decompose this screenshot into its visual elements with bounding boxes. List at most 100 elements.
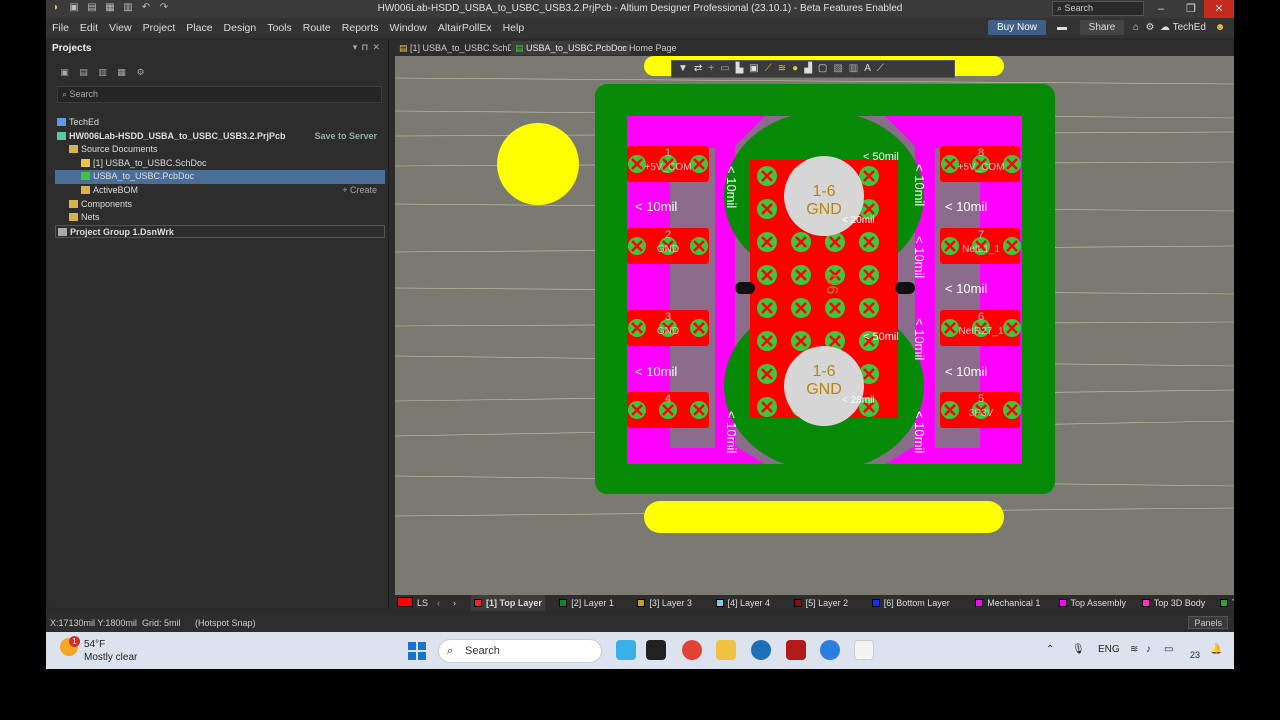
panels-button[interactable]: Panels [1188,616,1228,629]
compile-icon[interactable]: ▤ [78,67,89,78]
microphone-icon[interactable]: 🎙 [1072,644,1085,655]
interactive-route-icon[interactable]: ⟋ [765,63,772,75]
chrome-profile-app-icon[interactable] [820,640,840,660]
buy-now-button[interactable]: Buy Now [988,20,1046,35]
panel-controls[interactable]: ▾⊓✕ [353,42,384,53]
tree-item[interactable]: HW006Lab-HSDD_USBA_to_USBC_USB3.2.PrjPcb… [55,130,385,144]
pad[interactable]: 7 NetL1_1 [940,228,1021,264]
filter-icon[interactable]: ▼ [678,63,688,75]
pad[interactable]: 5 3P3V [940,392,1021,428]
layer-tab[interactable]: Top Assembly [1058,595,1126,611]
menu-tools[interactable]: Tools [267,22,292,34]
start-button[interactable] [408,642,426,660]
pcb-canvas[interactable]: 1-6 GND 1-6 GND U6 1 +5V_COM 2 GND 3 GND 4 8 +5V… [395,56,1234,595]
powerpoint-app-icon[interactable] [786,640,806,660]
layer-set-button[interactable]: LS [417,595,428,611]
current-layer-swatch[interactable] [397,595,415,611]
projects-search-input[interactable]: ⌕ Search [57,86,382,103]
file-explorer-app-icon[interactable] [716,640,736,660]
tree-item[interactable]: Components [55,198,385,212]
menu-reports[interactable]: Reports [342,22,379,34]
line-icon[interactable]: ⟋ [877,63,884,75]
tab-home-page[interactable]: ⌂ Home Page [617,41,680,55]
crosshair-icon[interactable]: + [708,63,714,75]
layer-tab[interactable]: [5] Layer 2 [793,595,848,611]
tree-item[interactable]: Nets [55,211,385,225]
menu-view[interactable]: View [109,22,132,34]
menu-edit[interactable]: Edit [80,22,98,34]
gear-icon[interactable]: ⚙ [135,67,146,78]
settings-app-icon[interactable] [751,640,771,660]
taskview-app-icon[interactable] [646,640,666,660]
menu-altairpollex[interactable]: AltairPollEx [438,22,492,34]
component-icon[interactable]: ▣ [749,63,758,75]
tray-chevron-icon[interactable]: ⌃ [1046,644,1054,655]
copilot-app-icon[interactable] [616,640,636,660]
layer-tab[interactable]: [3] Layer 3 [637,595,692,611]
tree-item-action[interactable]: + Create [342,184,377,198]
chrome-app-icon[interactable] [682,640,702,660]
tab-pcbdoc[interactable]: ▤ USBA_to_USBC.PcbDoc [511,41,632,55]
save-icon[interactable]: ▣ [59,67,70,78]
clock[interactable]: 23 [1190,650,1200,660]
via-icon[interactable]: ● [792,63,798,75]
menu-design[interactable]: Design [224,22,257,34]
layer-tab[interactable]: [1] Top Layer [471,595,545,611]
menu-route[interactable]: Route [303,22,331,34]
chat-icon[interactable]: ▬ [1054,20,1070,35]
tree-item[interactable]: [1] USBA_to_USBC.SchDoc [55,157,385,171]
folder-add-icon[interactable]: ▦ [116,67,127,78]
layer-next-icon[interactable]: › [453,595,456,611]
menu-place[interactable]: Place [186,22,212,34]
gear-icon[interactable]: ⚙ [1144,20,1156,35]
taskbar-search[interactable]: ⌕ Search [438,639,602,663]
tree-item[interactable]: Project Group 1.DsnWrk [55,224,385,239]
pad[interactable]: 4 [627,392,709,428]
menu-window[interactable]: Window [390,22,427,34]
title-search-input[interactable]: ⌕ Search [1052,1,1144,16]
keepout-icon[interactable]: ▧ [833,63,842,75]
battery-icon[interactable]: ▭ [1164,644,1173,655]
tree-item-action[interactable]: Save to Server [314,130,377,144]
layer-tab[interactable]: Top 3D Body [1141,595,1205,611]
align-icon[interactable]: ▙ [736,63,744,75]
polygon-icon[interactable]: ▟ [804,63,812,75]
pad[interactable]: 6 NetR27_1 [940,310,1021,346]
menu-help[interactable]: Help [503,22,525,34]
menu-project[interactable]: Project [143,22,176,34]
close-button[interactable]: ✕ [1204,0,1234,18]
maximize-button[interactable]: ❐ [1176,0,1206,18]
user-menu[interactable]: ☁ TechEd [1160,20,1208,35]
layer-tab[interactable]: [6] Bottom Layer [871,595,950,611]
layer-tab[interactable]: [4] Layer 4 [715,595,770,611]
dimension-icon[interactable]: ▥ [849,63,858,75]
layer-tab[interactable]: [2] Layer 1 [559,595,614,611]
tree-item[interactable]: USBA_to_USBC.PcbDoc [55,170,385,184]
route-icon[interactable]: ⇄ [694,63,702,75]
pad[interactable]: 8 +5V_COM [940,146,1021,182]
wifi-icon[interactable]: ≋ [1130,644,1138,655]
volume-icon[interactable]: ♪ [1146,644,1151,655]
diff-pair-icon[interactable]: ≋ [778,63,786,75]
tree-item[interactable]: ActiveBOM + Create [55,184,385,198]
tree-item[interactable]: Source Documents [55,143,385,157]
layer-tab[interactable]: Mechanical 1 [975,595,1040,611]
language-indicator[interactable]: ENG [1098,644,1120,655]
minimize-button[interactable]: – [1146,0,1176,18]
select-icon[interactable]: ▭ [720,63,729,75]
altium-app-icon[interactable] [854,640,874,660]
notifications-icon[interactable]: 🔔 [1210,644,1222,655]
layer-tab[interactable]: Top Courtyard [1219,595,1234,611]
share-button[interactable]: Share [1080,20,1124,35]
pad[interactable]: 3 GND [627,310,709,346]
rectangle-icon[interactable]: ▢ [818,63,827,75]
text-icon[interactable]: A [864,63,871,75]
tab-schdoc[interactable]: ▤ [1] USBA_to_USBC.SchDoc [395,41,528,55]
menu-file[interactable]: File [52,22,69,34]
folder-open-icon[interactable]: ▥ [97,67,108,78]
pad[interactable]: 1 +5V_COM [627,146,709,182]
home-icon[interactable]: ⌂ [1130,20,1142,35]
tree-item[interactable]: TechEd [55,116,385,130]
pcb-drawing[interactable]: 1-6 GND 1-6 GND U6 1 +5V_COM 2 GND 3 GND 4 8 +5V… [395,56,1234,595]
avatar[interactable]: ☻ [1212,20,1228,35]
